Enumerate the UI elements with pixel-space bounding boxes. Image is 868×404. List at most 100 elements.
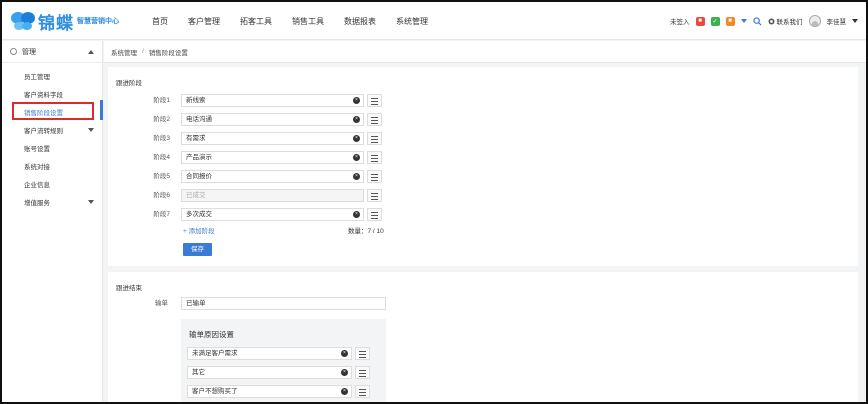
avatar[interactable]	[808, 15, 821, 27]
reason-input[interactable]: 未满足客户需求	[187, 347, 352, 360]
stage-input[interactable]: 电话沟通	[181, 113, 364, 126]
clear-icon[interactable]: ×	[341, 369, 348, 376]
drag-handle-icon[interactable]	[355, 385, 370, 398]
sidebar-item-account[interactable]: 账号设置	[2, 139, 102, 157]
drag-handle-icon[interactable]	[367, 132, 382, 145]
stage-input: 已成交	[181, 189, 364, 202]
sidebar-item-value-added[interactable]: 增值服务	[2, 193, 102, 211]
drag-handle-icon[interactable]	[367, 189, 382, 202]
sidebar-head-label: 管理	[22, 48, 36, 56]
reason-input[interactable]: 其它	[187, 366, 352, 379]
lose-stage-input[interactable]: 已输单	[181, 297, 386, 310]
user-name[interactable]: 李佳慧	[827, 16, 847, 26]
clear-icon[interactable]: ×	[341, 388, 348, 395]
end-title: 跟进结束	[116, 285, 142, 292]
clear-icon[interactable]: ×	[353, 135, 360, 142]
sidebar-item-label: 员工管理	[24, 74, 50, 81]
header-tools: 未签入 ■ ✓ ■ 联系我们 李佳慧	[664, 2, 858, 40]
stage-label: 阶段2	[153, 116, 170, 123]
sidebar-section-manage[interactable]: 管理	[2, 41, 102, 63]
app-frame: 锦蝶 智慧营销中心 首页 客户管理 拓客工具 销售工具 数据报表 系统管理 未签…	[0, 0, 868, 404]
stage-input[interactable]: 多次成交	[181, 208, 364, 221]
breadcrumb-current: 销售阶段设置	[148, 49, 188, 57]
stage-label: 阶段3	[153, 135, 170, 142]
sidebar-item-label: 系统对接	[24, 164, 50, 171]
green-check-icon[interactable]: ✓	[710, 16, 720, 26]
sidebar: 管理 员工管理 客户资料字段 销售阶段设置 客户流转规则 账号设置 系统对接 企…	[2, 41, 103, 402]
stage-input[interactable]: 新线索	[181, 94, 364, 107]
chevron-down-icon[interactable]	[740, 19, 747, 23]
drag-handle-icon[interactable]	[367, 170, 382, 183]
breadcrumb-separator: /	[142, 48, 144, 55]
globe-icon	[767, 17, 775, 25]
main-nav: 首页 客户管理 拓客工具 销售工具 数据报表 系统管理	[152, 2, 448, 40]
user-menu-chevron-icon[interactable]	[852, 19, 858, 23]
breadcrumb: 系统管理 / 销售阶段设置	[104, 41, 866, 63]
drag-handle-icon[interactable]	[367, 94, 382, 107]
stage-label: 阶段5	[153, 173, 170, 180]
orange-app-icon[interactable]: ■	[725, 16, 735, 26]
save-button[interactable]: 保存	[183, 243, 212, 256]
lose-reasons-title: 输单原因设置	[189, 330, 234, 339]
breadcrumb-system[interactable]: 系统管理	[111, 47, 137, 57]
stage-count: 数量：7 / 10	[348, 228, 384, 235]
sidebar-item-label: 客户流转规则	[24, 128, 63, 135]
drag-handle-icon[interactable]	[355, 347, 370, 360]
clear-icon[interactable]: ×	[353, 211, 360, 218]
clear-icon[interactable]: ×	[353, 173, 360, 180]
chevron-down-icon	[88, 128, 94, 132]
clear-icon[interactable]: ×	[341, 350, 348, 357]
stage-input[interactable]: 合同报价	[181, 170, 364, 183]
nav-prospecting-tools[interactable]: 拓客工具	[240, 16, 272, 27]
sidebar-item-label: 账号设置	[24, 146, 50, 153]
lose-label: 输单	[155, 300, 168, 307]
drag-handle-icon[interactable]	[367, 151, 382, 164]
nav-customers[interactable]: 客户管理	[188, 16, 220, 27]
sidebar-item-transfer-rules[interactable]: 客户流转规则	[2, 121, 102, 139]
contact-us-label: 联系我们	[776, 19, 803, 26]
drag-handle-icon[interactable]	[367, 208, 382, 221]
reason-input[interactable]: 客户不想购买了	[187, 385, 352, 398]
add-stage-link[interactable]: + 添加阶段	[183, 225, 215, 235]
nav-home[interactable]: 首页	[152, 16, 168, 27]
clear-icon[interactable]: ×	[353, 97, 360, 104]
nav-system[interactable]: 系统管理	[396, 16, 428, 27]
red-app-icon[interactable]: ■	[695, 16, 705, 26]
stage-label: 阶段4	[153, 154, 170, 161]
logo[interactable]: 锦蝶 智慧营销中心	[10, 9, 119, 34]
stage-label: 阶段6	[153, 192, 170, 199]
search-icon[interactable]	[752, 16, 762, 26]
stages-panel: 跟进阶段 阶段1 新线索 × 阶段2 电话沟通 × 阶段3 有需求 × 阶段4 产品演示 × 阶段5 合同…	[108, 67, 858, 266]
clear-icon[interactable]: ×	[353, 116, 360, 123]
checkin-status: 未签入	[670, 19, 690, 26]
stage-label: 阶段7	[153, 211, 170, 218]
sidebar-item-label: 客户资料字段	[24, 92, 63, 99]
sidebar-item-integration[interactable]: 系统对接	[2, 157, 102, 175]
chevron-up-icon	[88, 50, 94, 54]
drag-handle-icon[interactable]	[367, 113, 382, 126]
active-indicator	[100, 100, 103, 120]
sidebar-item-company[interactable]: 企业信息	[2, 175, 102, 193]
sidebar-item-customer-fields[interactable]: 客户资料字段	[2, 85, 102, 103]
stage-input[interactable]: 产品演示	[181, 151, 364, 164]
drag-handle-icon[interactable]	[355, 366, 370, 379]
nav-sales-tools[interactable]: 销售工具	[292, 16, 324, 27]
logo-subtitle: 智慧营销中心	[77, 18, 119, 25]
stage-input[interactable]: 有需求	[181, 132, 364, 145]
user-icon	[10, 48, 17, 55]
clear-icon[interactable]: ×	[353, 154, 360, 161]
nav-reports[interactable]: 数据报表	[344, 16, 376, 27]
contact-us[interactable]: 联系我们	[767, 16, 803, 26]
butterfly-logo-icon	[11, 12, 35, 30]
logo-text: 锦蝶	[38, 13, 74, 34]
stage-label: 阶段1	[153, 97, 170, 104]
sidebar-item-label: 企业信息	[24, 182, 50, 189]
highlight-box	[12, 102, 94, 120]
chevron-down-icon	[88, 200, 94, 204]
end-panel: 跟进结束 输单 已输单 输单原因设置 未满足客户需求 × 其它 × 客户不想购买了 ×	[108, 272, 858, 402]
top-bar: 锦蝶 智慧营销中心 首页 客户管理 拓客工具 销售工具 数据报表 系统管理 未签…	[2, 2, 866, 40]
stages-title: 跟进阶段	[116, 80, 142, 87]
sidebar-item-staff[interactable]: 员工管理	[2, 67, 102, 85]
lose-reasons-box: 输单原因设置 未满足客户需求 × 其它 × 客户不想购买了 ×	[181, 319, 386, 402]
sidebar-item-label: 增值服务	[24, 200, 50, 207]
